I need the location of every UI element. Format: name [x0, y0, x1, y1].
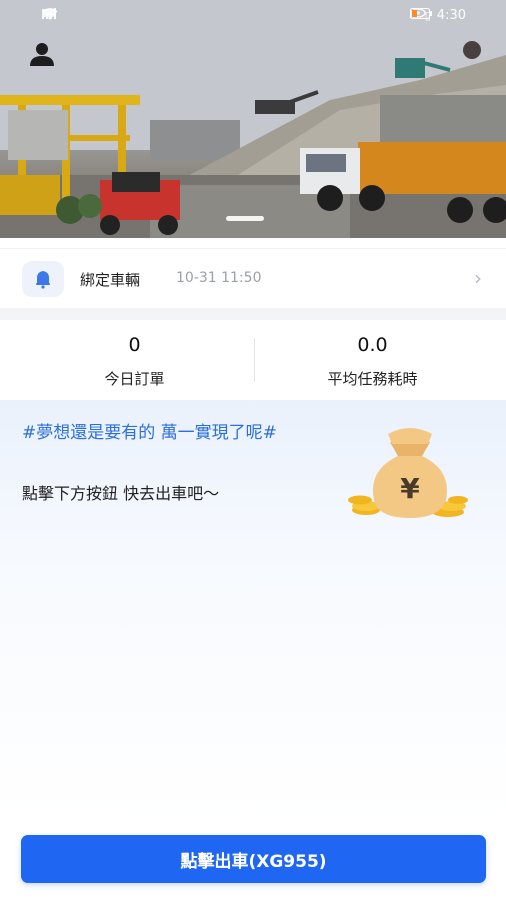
motivation-subtext: 點擊下方按鈕 快去出車吧～	[22, 484, 220, 503]
notice-time: 10-31 11:50	[176, 270, 262, 286]
svg-text:¥: ¥	[400, 472, 420, 505]
status-right: ✱ ▯ 4:30	[409, 8, 466, 23]
hero-banner[interactable]: ✱ ▯ 4:30	[0, 0, 506, 238]
stat-value: 0	[128, 334, 141, 356]
chevron-right-icon: ›	[474, 266, 482, 290]
motivation-panel: #夢想還是要有的 萬一實現了呢# 點擊下方按鈕 快去出車吧～ ¥	[0, 400, 506, 820]
stats-panel: 0 今日訂單 0.0 平均任務耗時	[0, 320, 506, 400]
depart-button[interactable]: 點擊出車(XG955)	[21, 835, 486, 883]
construction-site-image	[0, 0, 506, 238]
section-divider	[0, 308, 506, 320]
bind-vehicle-notice[interactable]: 綁定車輛 10-31 11:50 ›	[0, 248, 506, 309]
battery-icon	[409, 8, 432, 19]
user-icon	[30, 43, 54, 66]
bell-icon-wrap	[22, 261, 64, 297]
wifi-icon	[42, 8, 58, 20]
money-bag-icon: ¥	[348, 428, 468, 518]
status-time: 4:30	[436, 8, 466, 23]
motivation-headline: #夢想還是要有的 萬一實現了呢#	[22, 423, 277, 443]
stat-avg-task-time: 0.0 平均任務耗時	[246, 334, 499, 389]
stat-orders-today: 0 今日訂單	[8, 334, 261, 389]
carousel-indicator	[226, 216, 264, 221]
stat-value: 0.0	[357, 334, 388, 356]
stat-label: 今日訂單	[104, 370, 165, 388]
bell-icon	[36, 271, 50, 289]
status-bar: ✱ ▯ 4:30	[0, 0, 506, 30]
stat-label: 平均任務耗時	[327, 370, 418, 388]
user-profile-button[interactable]	[28, 40, 56, 68]
notice-title: 綁定車輛	[80, 271, 141, 289]
